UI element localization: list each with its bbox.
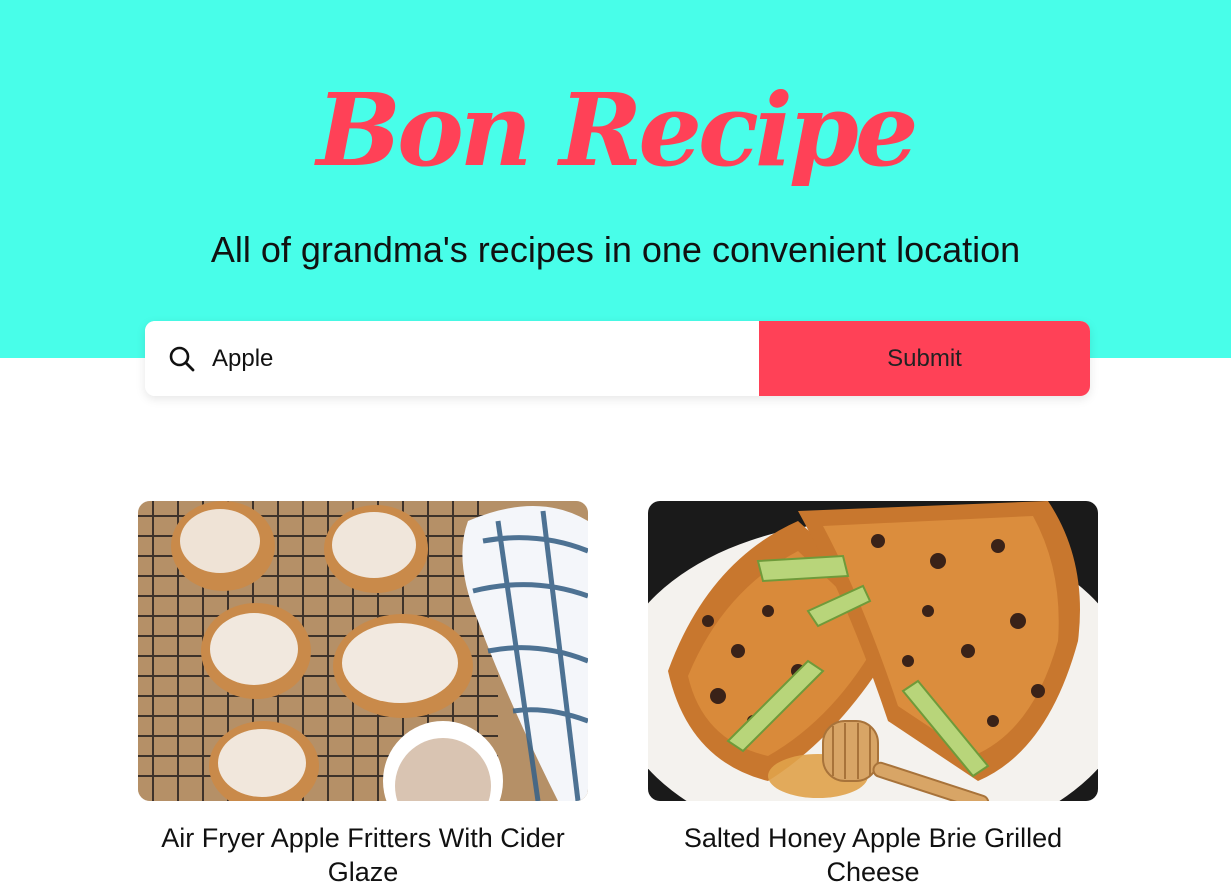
recipe-title[interactable]: Salted Honey Apple Brie Grilled Cheese [648, 821, 1098, 889]
search-field[interactable] [145, 321, 759, 396]
recipe-image-grilled-cheese[interactable] [648, 501, 1098, 801]
recipe-image-apple-fritters[interactable] [138, 501, 588, 801]
search-icon [167, 344, 197, 374]
recipe-title[interactable]: Air Fryer Apple Fritters With Cider Glaz… [138, 821, 588, 889]
search-input[interactable] [212, 338, 732, 379]
search-form: Submit [145, 321, 1090, 396]
recipe-card[interactable]: Air Fryer Apple Fritters With Cider Glaz… [138, 501, 588, 889]
tagline: All of grandma's recipes in one convenie… [210, 229, 1021, 270]
recipe-card[interactable]: Salted Honey Apple Brie Grilled Cheese [648, 501, 1098, 889]
site-logo[interactable]: Bon Recipe [0, 70, 1231, 190]
submit-button[interactable]: Submit [759, 321, 1090, 396]
